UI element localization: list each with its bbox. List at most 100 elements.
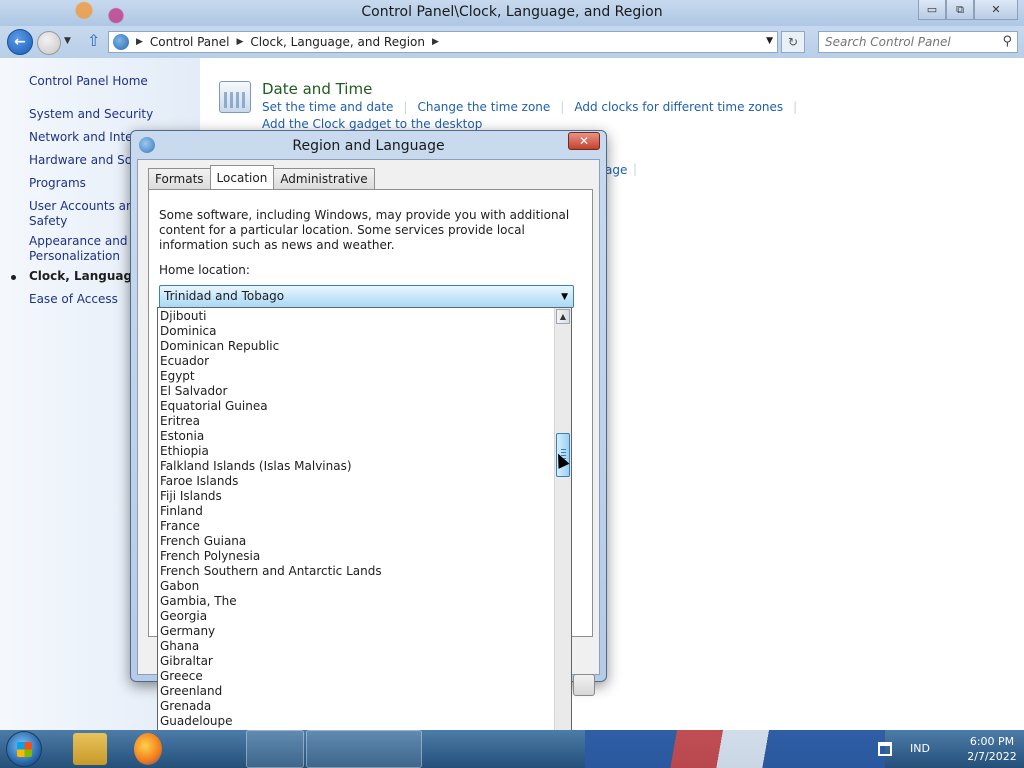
location-option[interactable]: Dominica xyxy=(160,324,217,339)
date-time-links: Set the time and date | Change the time … xyxy=(262,100,807,114)
link-change-time-zone[interactable]: Change the time zone xyxy=(417,100,550,114)
address-bar[interactable]: ▶ Control Panel ▶ Clock, Language, and R… xyxy=(108,31,778,53)
home-location-value: Trinidad and Tobago xyxy=(164,289,285,303)
location-option[interactable]: Djibouti xyxy=(160,309,207,324)
window-controls: ▭ ⧉ ✕ xyxy=(918,0,1018,20)
location-option[interactable]: Fiji Islands xyxy=(160,489,222,504)
breadcrumb-control-panel[interactable]: Control Panel xyxy=(150,35,230,49)
location-option[interactable]: Finland xyxy=(160,504,203,519)
clock-time: 6:00 PM xyxy=(969,735,1015,748)
sidebar-item-network[interactable]: Network and Intern xyxy=(29,130,145,145)
tab-administrative[interactable]: Administrative xyxy=(273,168,375,189)
link-divider: | xyxy=(633,162,638,176)
link-add-clocks[interactable]: Add clocks for different time zones xyxy=(574,100,783,114)
back-button[interactable]: ← xyxy=(7,29,33,55)
sidebar-item-appearance[interactable]: Appearance and xyxy=(29,234,127,249)
location-option[interactable]: Ecuador xyxy=(160,354,209,369)
tab-location[interactable]: Location xyxy=(209,165,275,189)
location-option[interactable]: Estonia xyxy=(160,429,204,444)
sidebar-item-programs[interactable]: Programs xyxy=(29,176,86,191)
tab-formats[interactable]: Formats xyxy=(148,168,211,189)
language-indicator[interactable]: IND xyxy=(910,742,930,755)
sidebar-item-appearance-line2[interactable]: Personalization xyxy=(29,249,120,264)
location-option[interactable]: French Guiana xyxy=(160,534,246,549)
location-option[interactable]: French Polynesia xyxy=(160,549,260,564)
section-title-date-time[interactable]: Date and Time xyxy=(262,80,372,98)
sidebar-item-home[interactable]: Control Panel Home xyxy=(29,74,148,89)
link-add-clock-gadget[interactable]: Add the Clock gadget to the desktop xyxy=(262,117,482,131)
clock[interactable]: 6:00 PM 2/7/2022 xyxy=(964,734,1020,764)
link-divider: | xyxy=(403,100,408,114)
control-panel-icon xyxy=(113,34,129,50)
location-option[interactable]: France xyxy=(160,519,200,534)
chevron-right-icon[interactable]: ▶ xyxy=(237,37,244,47)
location-option[interactable]: Guadeloupe xyxy=(160,714,233,729)
forward-button[interactable] xyxy=(37,31,61,55)
address-dropdown-icon[interactable]: ▼ xyxy=(766,36,773,46)
location-option[interactable]: Dominican Republic xyxy=(160,339,279,354)
scroll-up-button[interactable]: ▲ xyxy=(556,309,570,324)
up-arrow-icon[interactable]: ⇧ xyxy=(87,33,105,51)
location-option[interactable]: Grenada xyxy=(160,699,211,714)
explorer-taskbar-icon[interactable] xyxy=(73,733,107,765)
location-option[interactable]: Gambia, The xyxy=(160,594,237,609)
arrow-left-icon: ← xyxy=(14,34,26,50)
location-option[interactable]: Georgia xyxy=(160,609,207,624)
link-divider: | xyxy=(560,100,565,114)
navigation-bar: ← ▼ ⇧ ▶ Control Panel ▶ Clock, Language,… xyxy=(0,26,1024,58)
history-dropdown-icon[interactable]: ▼ xyxy=(64,36,71,46)
location-option[interactable]: Eritrea xyxy=(160,414,200,429)
taskbar-window-2[interactable] xyxy=(306,730,422,768)
apply-button[interactable] xyxy=(573,674,595,696)
refresh-button[interactable]: ↻ xyxy=(781,31,805,53)
wallpaper-strip xyxy=(585,730,885,768)
location-option[interactable]: Germany xyxy=(160,624,215,639)
location-option[interactable]: Greece xyxy=(160,669,203,684)
location-option[interactable]: Gibraltar xyxy=(160,654,213,669)
location-option[interactable]: Faroe Islands xyxy=(160,474,238,489)
home-location-label: Home location: xyxy=(159,263,250,277)
clock-date: 2/7/2022 xyxy=(967,750,1017,763)
location-option[interactable]: French Southern and Antarctic Lands xyxy=(160,564,382,579)
active-bullet-icon xyxy=(11,275,16,280)
close-button[interactable]: ✕ xyxy=(974,0,1018,20)
dialog-close-button[interactable]: ✕ xyxy=(568,132,600,150)
sidebar-item-user-accounts-line2[interactable]: Safety xyxy=(29,214,67,229)
location-option[interactable]: Ghana xyxy=(160,639,199,654)
location-option[interactable]: Gabon xyxy=(160,579,199,594)
location-dropdown-list[interactable]: Djibouti Dominica Dominican Republic Ecuado… xyxy=(157,307,572,759)
breadcrumb-clock-language-region[interactable]: Clock, Language, and Region xyxy=(250,35,425,49)
window-title: Control Panel\Clock, Language, and Regio… xyxy=(361,4,663,20)
dialog-tabs: Formats Location Administrative xyxy=(148,165,375,189)
link-set-time-date[interactable]: Set the time and date xyxy=(262,100,393,114)
location-option[interactable]: Egypt xyxy=(160,369,195,384)
location-option[interactable]: El Salvador xyxy=(160,384,227,399)
maximize-button[interactable]: ⧉ xyxy=(946,0,974,20)
location-option[interactable]: Falkland Islands (Islas Malvinas) xyxy=(160,459,352,474)
minimize-button[interactable]: ▭ xyxy=(918,0,946,20)
search-icon[interactable]: ⚲ xyxy=(1002,34,1012,49)
network-icon[interactable] xyxy=(878,742,892,756)
sidebar-item-ease-of-access[interactable]: Ease of Access xyxy=(29,292,118,307)
taskbar-window-1[interactable] xyxy=(246,730,304,768)
firefox-taskbar-icon[interactable] xyxy=(134,733,162,765)
location-option[interactable]: Ethiopia xyxy=(160,444,209,459)
search-box[interactable]: ⚲ xyxy=(818,31,1018,53)
home-location-select[interactable]: Trinidad and Tobago ▼ xyxy=(159,285,574,308)
chevron-down-icon[interactable]: ▼ xyxy=(561,292,568,302)
sidebar-item-user-accounts[interactable]: User Accounts and xyxy=(29,199,141,214)
chevron-right-icon[interactable]: ▶ xyxy=(432,37,439,47)
system-tray: IND 6:00 PM 2/7/2022 xyxy=(874,730,1024,768)
location-option[interactable]: Equatorial Guinea xyxy=(160,399,268,414)
location-option[interactable]: Greenland xyxy=(160,684,222,699)
link-divider: | xyxy=(793,100,798,114)
sidebar-item-system-security[interactable]: System and Security xyxy=(29,107,153,122)
date-time-icon[interactable] xyxy=(219,81,251,113)
window-titlebar: Control Panel\Clock, Language, and Regio… xyxy=(0,0,1024,26)
location-description: Some software, including Windows, may pr… xyxy=(159,208,570,252)
dropdown-scrollbar[interactable]: ▲ ▼ xyxy=(554,308,571,758)
chevron-right-icon[interactable]: ▶ xyxy=(136,37,143,47)
start-button[interactable] xyxy=(6,731,42,767)
link-partial[interactable]: age xyxy=(605,163,627,177)
search-input[interactable] xyxy=(819,32,989,52)
